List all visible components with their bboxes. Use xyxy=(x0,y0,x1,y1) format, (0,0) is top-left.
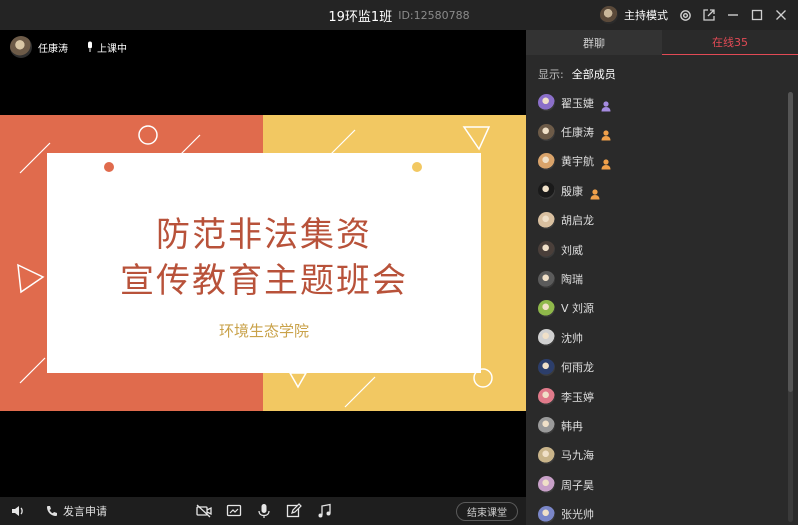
member-list: 翟玉婕任康涛黄宇航殷康胡启龙刘威陶瑞 V 刘源沈帅何雨龙李玉婷韩冉马九海周子昊张光… xyxy=(526,88,790,525)
settings-icon[interactable] xyxy=(678,8,692,22)
member-list-item[interactable]: 韩冉 xyxy=(526,411,790,440)
member-list-item[interactable]: 周子昊 xyxy=(526,470,790,499)
edit-icon[interactable] xyxy=(286,503,302,519)
member-list-item[interactable]: 翟玉婕 xyxy=(526,88,790,117)
member-avatar xyxy=(538,123,555,141)
room-id: ID:12580788 xyxy=(398,8,470,22)
close-icon[interactable] xyxy=(774,8,788,22)
member-name: 李玉婷 xyxy=(561,390,594,404)
member-filter[interactable]: 显示: 全部成员 xyxy=(538,66,616,82)
popout-icon[interactable] xyxy=(702,8,716,22)
member-name: 刘威 xyxy=(561,243,583,257)
member-avatar xyxy=(538,182,555,200)
member-name: 陶瑞 xyxy=(561,273,583,287)
class-status: 上课中 xyxy=(86,38,127,57)
member-avatar xyxy=(538,476,555,494)
slide-pin-right xyxy=(412,162,422,172)
member-list-item[interactable]: 殷康 xyxy=(526,176,790,205)
member-list-item[interactable]: 张光帅 xyxy=(526,499,790,525)
member-list-item[interactable]: 任康涛 xyxy=(526,117,790,146)
member-avatar xyxy=(538,94,555,112)
phone-icon xyxy=(46,502,58,521)
slide-pin-left xyxy=(104,162,114,172)
member-list-item[interactable]: V 刘源 xyxy=(526,294,790,323)
member-avatar xyxy=(538,505,555,523)
teacher-badge-icon xyxy=(600,155,612,170)
slide-subtitle: 环境生态学院 xyxy=(218,322,309,340)
teacher-badge-icon xyxy=(600,126,612,141)
filter-label: 显示: xyxy=(538,68,564,81)
member-avatar xyxy=(538,241,555,259)
member-name: 殷康 xyxy=(561,184,583,198)
teacher-badge-icon xyxy=(589,185,601,200)
member-name: 马九海 xyxy=(561,449,594,463)
slide-title-line2: 宣传教育主题班会 xyxy=(120,261,408,301)
member-name: 黄宇航 xyxy=(561,155,594,169)
maximize-icon[interactable] xyxy=(750,8,764,22)
member-name: 翟玉婕 xyxy=(561,96,594,110)
member-list-item[interactable]: 胡启龙 xyxy=(526,206,790,235)
video-area[interactable]: 任康涛 上课中 防范非法集资 宣传教育主题班会 环境生态学院 xyxy=(0,30,526,497)
scrollbar-thumb[interactable] xyxy=(788,92,793,392)
member-name: 张光帅 xyxy=(561,508,594,522)
member-name: 韩冉 xyxy=(561,419,583,433)
side-panel: 群聊 在线35 显示: 全部成员 翟玉婕任康涛黄宇航殷康胡启龙刘威陶瑞 V 刘源沈… xyxy=(526,30,798,525)
member-avatar xyxy=(538,388,555,406)
member-list-item[interactable]: 刘威 xyxy=(526,235,790,264)
end-class-button[interactable]: 结束课堂 xyxy=(456,502,518,521)
tab-group-chat[interactable]: 群聊 xyxy=(526,30,662,55)
member-name: 何雨龙 xyxy=(561,361,594,375)
member-avatar xyxy=(538,329,555,347)
member-avatar xyxy=(538,417,555,435)
bottom-toolbar: 发言申请 结束课堂 xyxy=(0,497,526,525)
filter-value[interactable]: 全部成员 xyxy=(572,66,616,82)
member-list-item[interactable]: 何雨龙 xyxy=(526,353,790,382)
window-title: 19环监1班 xyxy=(328,9,393,25)
member-list-item[interactable]: 沈帅 xyxy=(526,323,790,352)
host-avatar[interactable] xyxy=(600,6,618,24)
member-list-item[interactable]: 李玉婷 xyxy=(526,382,790,411)
member-name: 任康涛 xyxy=(561,126,594,140)
title-bar: 19环监1班 ID:12580788 主持模式 xyxy=(0,0,798,30)
member-avatar xyxy=(538,358,555,376)
teacher-avatar xyxy=(10,36,32,58)
member-list-item[interactable]: 黄宇航 xyxy=(526,147,790,176)
member-avatar xyxy=(538,211,555,229)
member-name: V 刘源 xyxy=(561,302,595,316)
member-avatar xyxy=(538,152,555,170)
member-avatar xyxy=(538,270,555,288)
member-avatar xyxy=(538,299,555,317)
microphone-icon xyxy=(86,38,94,57)
member-name: 周子昊 xyxy=(561,478,594,492)
teacher-name: 任康涛 xyxy=(38,43,68,55)
microphone-button-icon[interactable] xyxy=(256,503,272,519)
tab-online-members[interactable]: 在线35 xyxy=(662,30,798,55)
member-list-item[interactable]: 马九海 xyxy=(526,441,790,470)
teacher-badge-icon xyxy=(600,97,612,112)
class-status-text: 上课中 xyxy=(97,43,127,55)
screen-share-icon[interactable] xyxy=(226,503,242,519)
presentation-slide: 防范非法集资 宣传教育主题班会 环境生态学院 xyxy=(0,115,526,411)
camera-off-icon[interactable] xyxy=(196,503,212,519)
panel-tabs: 群聊 在线35 xyxy=(526,30,798,55)
apply-speak-button[interactable]: 发言申请 xyxy=(46,497,107,525)
teacher-info: 任康涛 上课中 xyxy=(10,36,127,58)
apply-speak-label: 发言申请 xyxy=(63,505,107,518)
speaker-icon[interactable] xyxy=(10,503,26,519)
member-list-scrollbar[interactable] xyxy=(788,92,793,522)
member-list-item[interactable]: 陶瑞 xyxy=(526,264,790,293)
host-mode-button[interactable]: 主持模式 xyxy=(624,7,668,23)
music-icon[interactable] xyxy=(316,503,332,519)
minimize-icon[interactable] xyxy=(726,8,740,22)
member-avatar xyxy=(538,446,555,464)
slide-title-line1: 防范非法集资 xyxy=(156,215,372,255)
member-name: 沈帅 xyxy=(561,331,583,345)
member-name: 胡启龙 xyxy=(561,214,594,228)
title-bar-controls: 主持模式 xyxy=(600,0,788,30)
